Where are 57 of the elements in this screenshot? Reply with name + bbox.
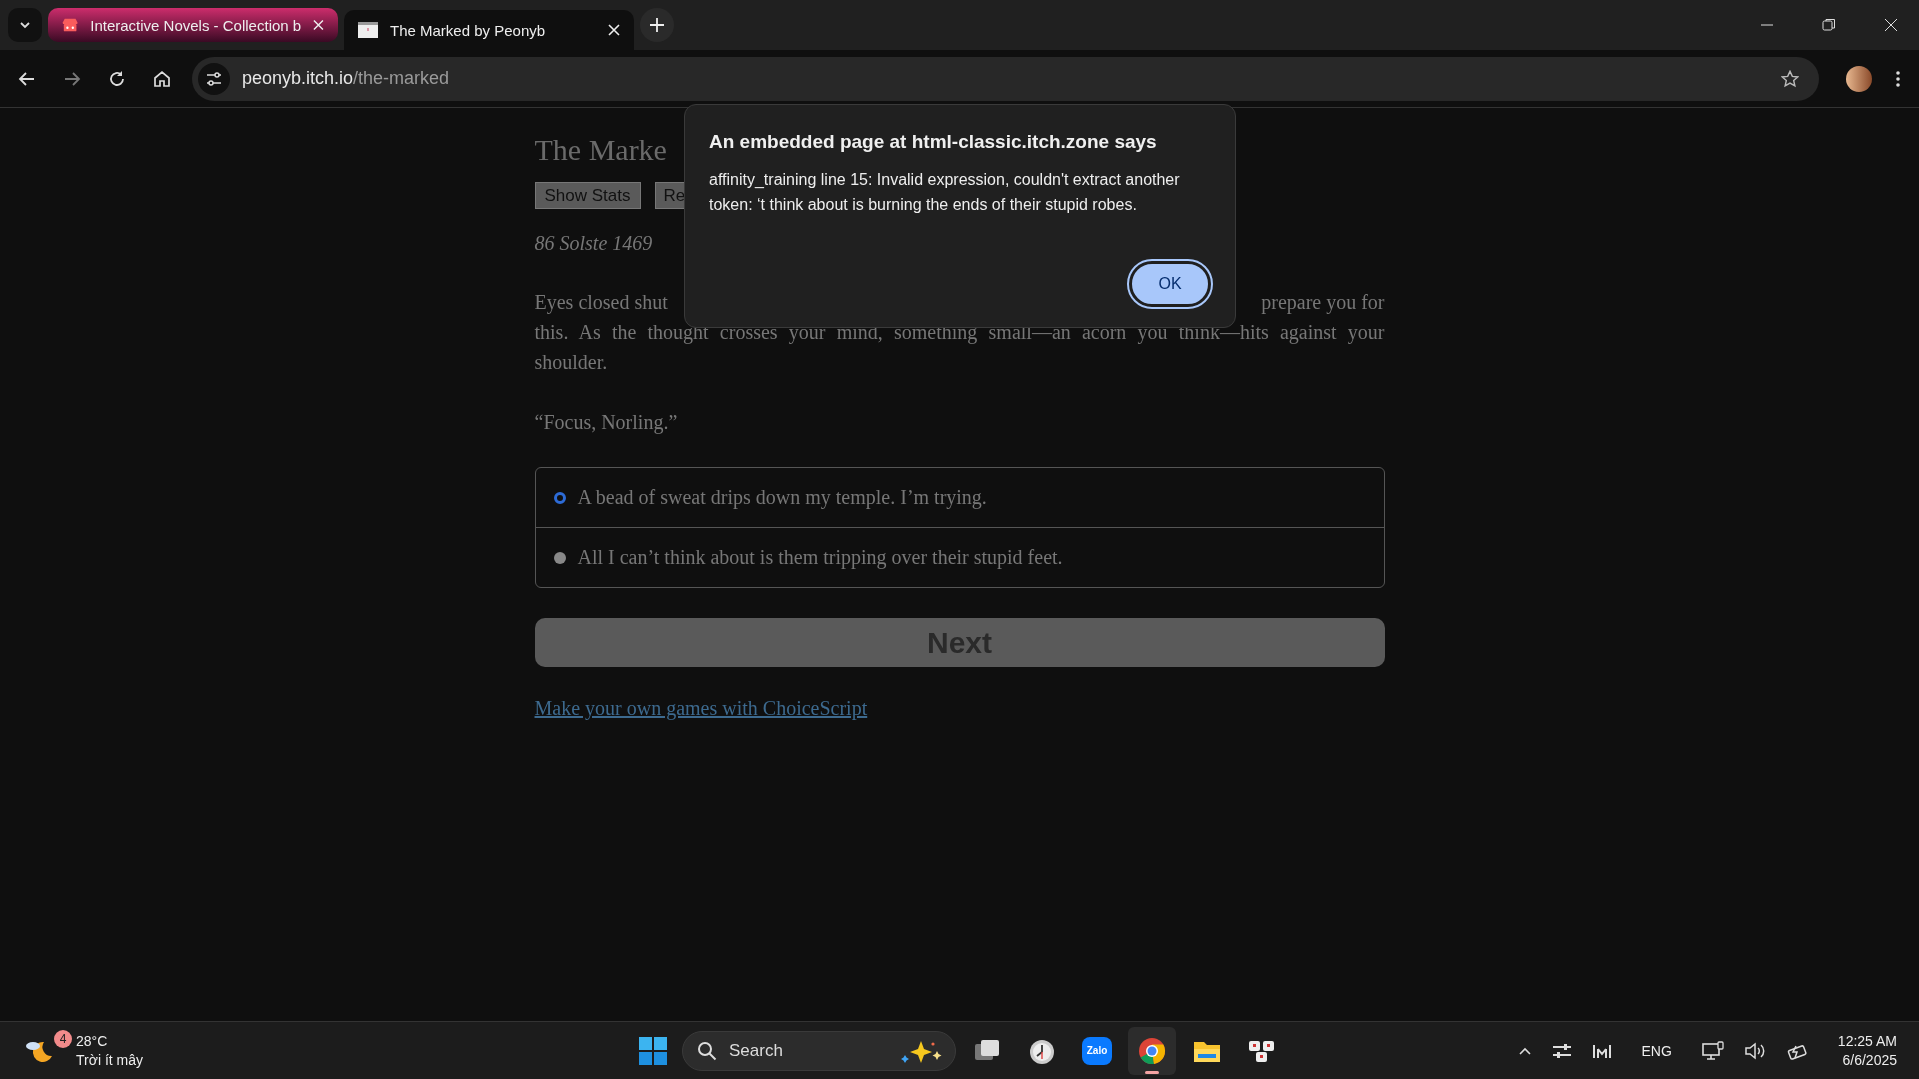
taskbar-app[interactable]: Zalo <box>1073 1026 1121 1075</box>
home-icon[interactable] <box>153 69 171 88</box>
story-text: prepare you for <box>1261 290 1385 316</box>
sliders-icon[interactable] <box>1551 1042 1572 1059</box>
url-text: peonyb.itch.io/the-marked <box>242 68 451 89</box>
address-bar[interactable]: peonyb.itch.io/the-marked <box>192 56 1819 101</box>
close-icon[interactable] <box>1884 18 1898 32</box>
volume-icon[interactable] <box>1743 1041 1766 1060</box>
plus-icon <box>650 18 664 32</box>
choice-option[interactable]: All I can’t think about is them tripping over their stupid feet. <box>535 527 1384 587</box>
taskbar-app[interactable] <box>1128 1026 1176 1075</box>
tab-title: Interactive Novels - Collection b <box>90 16 302 34</box>
search-icon <box>697 1040 717 1061</box>
tab-search-button[interactable] <box>8 8 42 42</box>
radio-button[interactable] <box>553 491 566 504</box>
radio-button[interactable] <box>553 551 566 564</box>
quote-text: “Focus, Norling.” <box>534 410 679 436</box>
choice-text: All I can’t think about is them tripping over their stupid feet. <box>577 546 1063 569</box>
date-text: 86 Solste 1469 <box>534 231 654 256</box>
clock-time[interactable]: 12:25 AM <box>1837 1031 1897 1051</box>
store-icon <box>62 17 79 33</box>
search-input[interactable]: Search <box>727 1039 889 1062</box>
choice-option[interactable]: A bead of sweat drips down my temple. I’m trying. <box>535 468 1384 527</box>
star-icon[interactable] <box>1781 69 1799 88</box>
bars-icon[interactable] <box>1591 1042 1612 1059</box>
language-indicator[interactable]: ENG <box>1641 1042 1672 1059</box>
dialog-message: affinity_training line 15: Invalid expression, couldn't extract another token: ‘t think about is burning the ends of their stupid robes. <box>709 170 1181 215</box>
notification-badge: 4 <box>54 1029 72 1048</box>
page-icon <box>358 22 378 38</box>
close-icon[interactable] <box>608 24 620 36</box>
new-tab-button[interactable] <box>640 8 674 42</box>
story-text: Eyes closed shut <box>534 290 668 316</box>
browser-tab[interactable]: The Marked by Peonyb <box>344 10 634 50</box>
windows-icon[interactable] <box>638 1035 668 1066</box>
browser-tab[interactable]: Interactive Novels - Collection b <box>48 8 338 42</box>
ok-button[interactable]: OK <box>1129 261 1211 307</box>
back-icon[interactable] <box>18 69 36 88</box>
forward-icon[interactable] <box>63 69 81 88</box>
clock-date[interactable]: 6/6/2025 <box>1842 1050 1897 1070</box>
game-title: The Marke <box>534 132 667 168</box>
weather-text: Trời ít mây <box>76 1050 143 1070</box>
reload-icon[interactable] <box>108 69 126 88</box>
profile-avatar[interactable] <box>1846 65 1872 92</box>
story-text: this. As the thought crosses your mind, something small—an acorn you think—hits against your <box>534 320 1385 346</box>
story-text: shoulder. <box>534 350 609 375</box>
tab-title: The Marked by Peonyb <box>390 21 547 39</box>
menu-icon[interactable] <box>1895 69 1901 88</box>
dialog-title: An embedded page at html-classic.itch.zone says <box>709 131 1158 153</box>
close-icon[interactable] <box>313 19 324 31</box>
monitor-icon[interactable] <box>1701 1040 1724 1061</box>
search-bar[interactable]: Search <box>682 1030 956 1071</box>
site-settings-icon[interactable] <box>198 62 230 95</box>
restore-icon[interactable] <box>1822 18 1836 32</box>
choice-text: A bead of sweat drips down my temple. I’m trying. <box>577 486 987 509</box>
zalo-app-icon: Zalo <box>1082 1036 1112 1065</box>
chrome-icon <box>1137 1035 1167 1066</box>
temperature-text: 28°C <box>76 1031 109 1051</box>
